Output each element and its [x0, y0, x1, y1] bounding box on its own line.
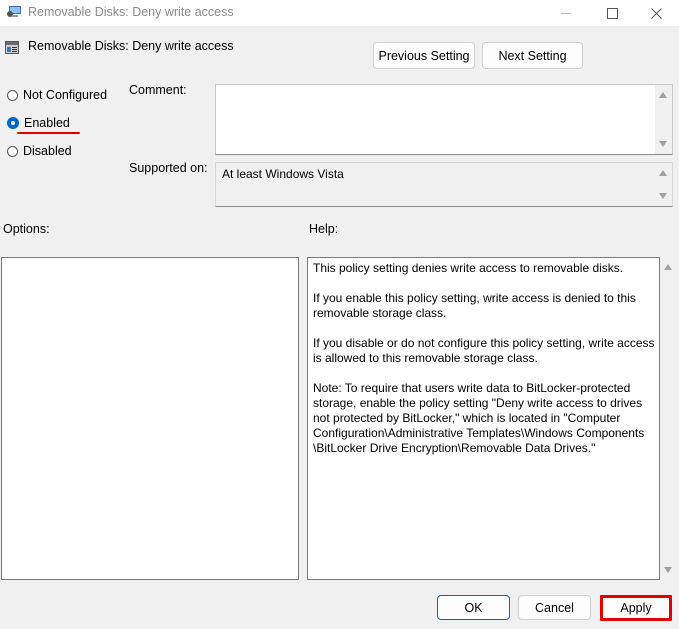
radio-enabled[interactable]: Enabled [7, 116, 70, 130]
close-button[interactable] [636, 0, 676, 26]
supported-on-field: At least Windows Vista [215, 162, 673, 207]
ok-button[interactable]: OK [437, 595, 510, 620]
maximize-button[interactable] [592, 0, 632, 26]
close-icon [650, 7, 662, 19]
highlight-underline [17, 132, 80, 134]
scroll-down-icon[interactable] [659, 141, 667, 147]
comment-textarea[interactable] [215, 84, 673, 155]
radio-label: Enabled [24, 116, 70, 130]
radio-label: Disabled [23, 144, 72, 158]
comment-scrollbar[interactable] [655, 85, 672, 154]
supported-scrollbar[interactable] [655, 163, 672, 206]
scroll-up-icon[interactable] [659, 170, 667, 176]
next-setting-button[interactable]: Next Setting [482, 42, 583, 69]
radio-circle [7, 89, 18, 101]
minimize-icon [561, 12, 571, 14]
scroll-up-icon[interactable] [659, 92, 667, 98]
app-icon [6, 5, 22, 19]
help-label: Help: [309, 222, 339, 236]
minimize-button[interactable] [546, 0, 586, 26]
help-paragraph: If you disable or do not configure this … [313, 336, 655, 365]
title-bar: Removable Disks: Deny write access [0, 0, 679, 26]
supported-on-value: At least Windows Vista [222, 167, 344, 181]
help-text: This policy setting denies write access … [313, 261, 655, 471]
maximize-icon [606, 7, 618, 19]
scroll-down-icon[interactable] [659, 193, 667, 199]
scroll-up-icon[interactable] [664, 264, 672, 270]
help-paragraph: Note: To require that users write data t… [313, 381, 645, 455]
help-panel: This policy setting denies write access … [307, 257, 660, 580]
apply-button[interactable]: Apply [600, 595, 672, 621]
options-label: Options: [3, 222, 50, 236]
options-panel [1, 257, 299, 580]
comment-label: Comment: [129, 83, 187, 97]
radio-circle-selected [7, 117, 19, 129]
help-paragraph: This policy setting denies write access … [313, 261, 624, 275]
previous-setting-button[interactable]: Previous Setting [373, 42, 475, 69]
policy-setting-icon [5, 40, 19, 54]
supported-on-label: Supported on: [129, 161, 208, 175]
window-title: Removable Disks: Deny write access [28, 5, 234, 19]
cancel-button[interactable]: Cancel [518, 595, 591, 620]
setting-name: Removable Disks: Deny write access [28, 39, 234, 53]
help-scrollbar[interactable] [660, 257, 677, 580]
radio-circle [7, 145, 18, 157]
help-paragraph: If you enable this policy setting, write… [313, 291, 636, 320]
scroll-down-icon[interactable] [664, 567, 672, 573]
radio-disabled[interactable]: Disabled [7, 144, 72, 158]
radio-not-configured[interactable]: Not Configured [7, 88, 107, 102]
radio-label: Not Configured [23, 88, 108, 102]
